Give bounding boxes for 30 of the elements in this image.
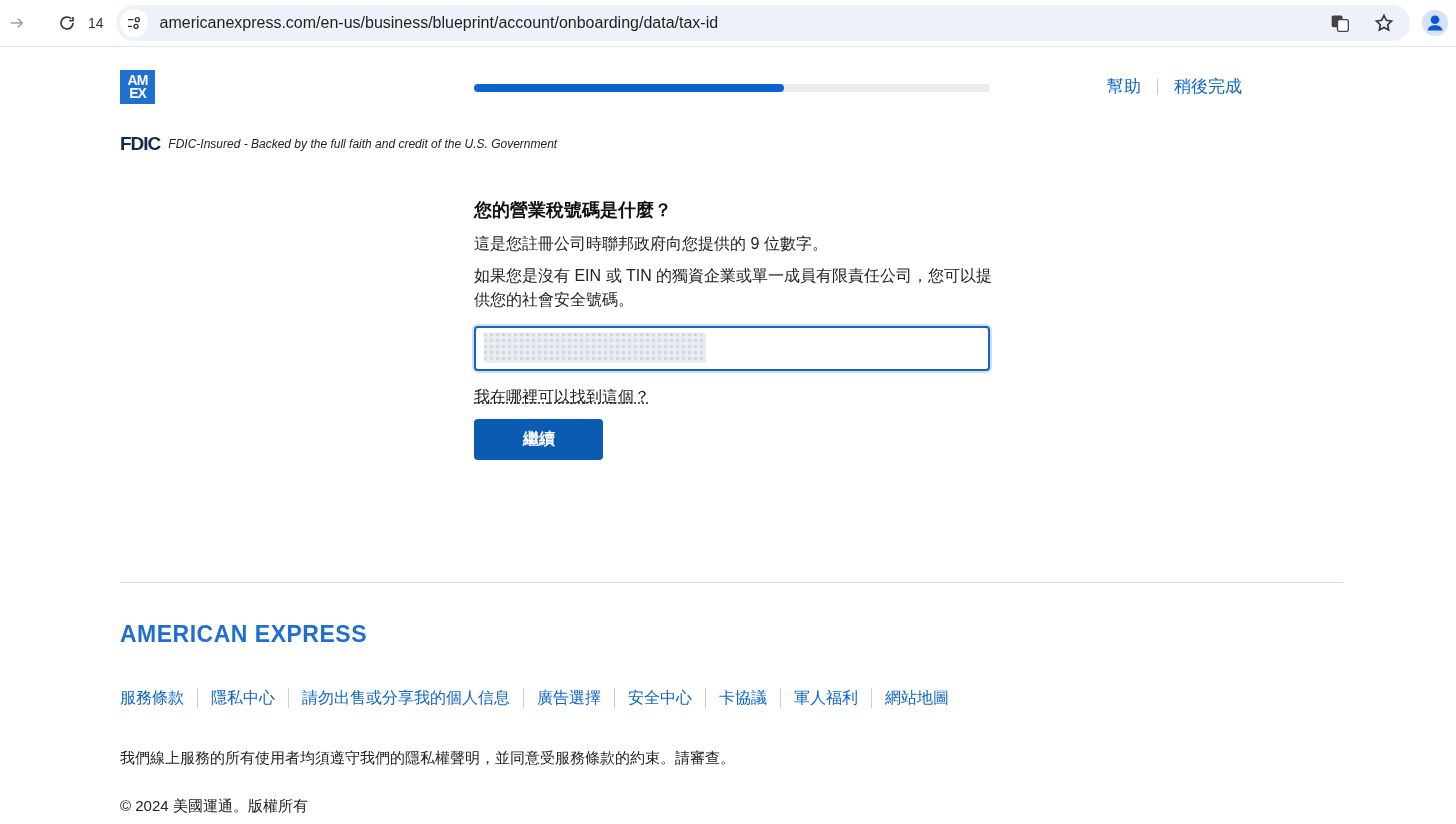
tax-id-input-field[interactable] (474, 325, 990, 371)
description-text: 這是您註冊公司時聯邦政府向您提供的 9 位數字。 (474, 233, 829, 254)
header-link[interactable]: 幫助 (1107, 74, 1141, 100)
tab-count: 14 (88, 13, 104, 33)
help-link[interactable]: 我在哪裡可以找到這個？ (474, 384, 650, 409)
footer-link[interactable]: 隱私中心 (211, 686, 275, 710)
copyright-text: © 2024 美國運通。版權所有 (120, 795, 309, 816)
description-text: 如果您是沒有 EIN 或 TIN 的獨資企業或單一成員有限責任公司，您可以提供您的社會安全號碼。 (474, 265, 994, 310)
url-text: americanexpress.com/en-us/business/blueprint/account/onboarding/data/tax-id (159, 13, 720, 33)
legal-notice: 我們線上服務的所有使用者均須遵守我們的隱私權聲明，並同意受服務條款的約束。請審查。 (120, 748, 736, 768)
translate-icon[interactable] (1330, 13, 1350, 33)
header-link[interactable]: 稍後完成 (1174, 74, 1242, 100)
footer-link[interactable]: 卡協議 (719, 686, 767, 710)
reload-icon[interactable] (58, 14, 76, 32)
footer-link[interactable]: 網站地圖 (885, 686, 949, 710)
profile-avatar-icon[interactable] (1422, 10, 1448, 36)
star-icon[interactable] (1374, 13, 1394, 33)
address-bar[interactable]: americanexpress.com/en-us/business/blueprint/account/onboarding/data/tax-id (115, 5, 1410, 41)
footer-link[interactable]: 請勿出售或分享我的個人信息 (302, 686, 510, 710)
footer-link[interactable]: 廣告選擇 (537, 686, 601, 710)
american-express-wordmark: AMERICAN EXPRESS (120, 619, 368, 649)
amex-logo[interactable]: AM EX (120, 70, 155, 104)
continue-button[interactable]: 繼續 (474, 418, 603, 460)
site-settings-icon[interactable] (119, 9, 148, 37)
fdic-text: FDIC-Insured - Backed by the full faith and credit of the U.S. Government (168, 136, 558, 154)
fdic-logo: FDIC (120, 132, 161, 156)
footer-link[interactable]: 安全中心 (628, 686, 692, 710)
question-title: 您的營業稅號碼是什麼？ (474, 198, 673, 222)
footer-link[interactable]: 軍人福利 (794, 686, 858, 710)
footer-link[interactable]: 服務條款 (120, 686, 184, 710)
